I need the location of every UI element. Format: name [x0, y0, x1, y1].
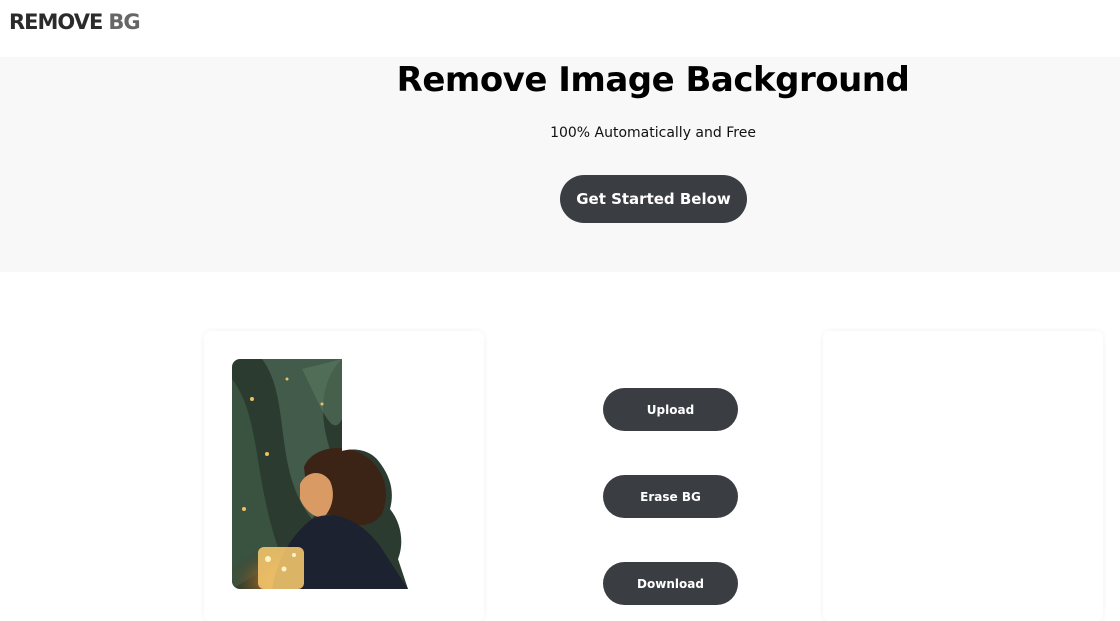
logo-main-text: REMOVE — [9, 10, 103, 34]
logo-text: REMOVE BG — [9, 10, 141, 34]
original-image-card — [204, 331, 484, 621]
download-button[interactable]: Download — [603, 562, 738, 605]
hero-subtitle: 100% Automatically and Free — [550, 125, 756, 141]
image-preview — [232, 359, 408, 589]
page-title: Remove Image Background — [396, 60, 910, 100]
get-started-button[interactable]: Get Started Below — [560, 175, 747, 223]
logo-accent-text: BG — [108, 10, 140, 34]
hero-section: Remove Image Background 100% Automatical… — [0, 57, 1120, 272]
result-image-card — [823, 331, 1103, 621]
logo[interactable]: REMOVE BG — [9, 8, 141, 36]
erase-bg-button[interactable]: Erase BG — [603, 475, 738, 518]
photo-cutout — [232, 359, 408, 589]
site-header: REMOVE BG — [0, 0, 1120, 57]
upload-button[interactable]: Upload — [603, 388, 738, 431]
